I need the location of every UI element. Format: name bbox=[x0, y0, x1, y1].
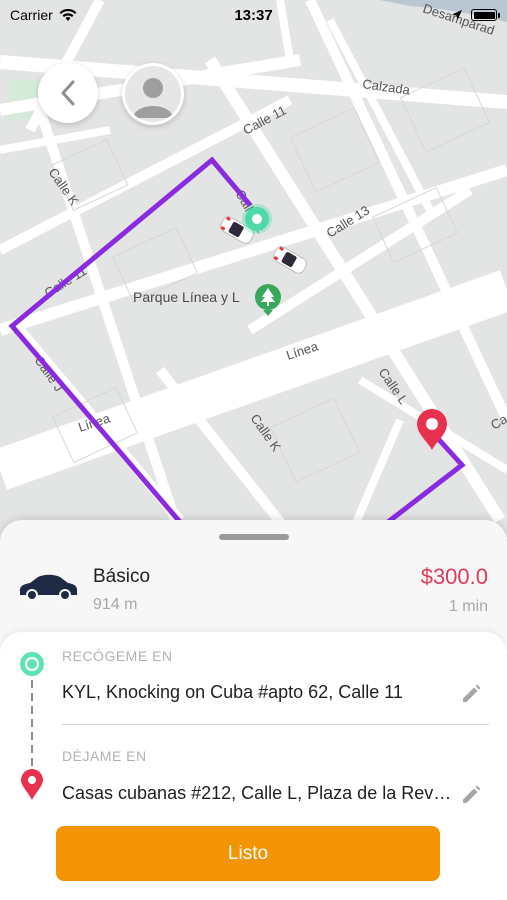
battery-icon bbox=[471, 9, 500, 21]
dropoff-pin-icon bbox=[21, 769, 43, 800]
location-arrow-icon bbox=[452, 10, 462, 20]
pickup-point-icon bbox=[20, 652, 44, 676]
sheet-handle[interactable] bbox=[219, 534, 289, 540]
wifi-icon bbox=[59, 8, 77, 21]
back-button[interactable] bbox=[38, 63, 98, 123]
done-button[interactable]: Listo bbox=[56, 826, 440, 881]
ride-type-name: Básico bbox=[93, 566, 151, 587]
carrier-name: Carrier bbox=[10, 7, 53, 23]
user-avatar-icon bbox=[125, 66, 181, 122]
ride-distance: 914 m bbox=[93, 596, 138, 613]
ride-eta: 1 min bbox=[448, 598, 488, 615]
pickup-label: RECÓGEME EN bbox=[62, 648, 173, 664]
car-icon bbox=[19, 574, 78, 601]
carrier-info: Carrier bbox=[10, 7, 77, 23]
route-connector bbox=[31, 680, 33, 768]
pickup-address[interactable]: KYL, Knocking on Cuba #apto 62, Calle 11 bbox=[62, 682, 452, 703]
avatar-button[interactable] bbox=[122, 63, 184, 125]
clock: 13:37 bbox=[234, 6, 273, 24]
dropoff-label: DÉJAME EN bbox=[62, 748, 147, 764]
park-label: Parque Línea y L bbox=[133, 289, 240, 305]
dropoff-address[interactable]: Casas cubanas #212, Calle L, Plaza de la… bbox=[62, 783, 452, 804]
ride-option-basico[interactable]: Básico 914 m $300.0 1 min bbox=[0, 556, 507, 626]
status-bar: Carrier 13:37 bbox=[0, 0, 507, 30]
ride-price: $300.0 bbox=[420, 564, 488, 589]
pickup-marker-icon bbox=[242, 204, 272, 234]
address-divider bbox=[62, 724, 489, 725]
edit-pickup-icon[interactable] bbox=[460, 683, 482, 705]
edit-dropoff-icon[interactable] bbox=[460, 784, 482, 806]
chevron-left-icon bbox=[61, 80, 75, 106]
